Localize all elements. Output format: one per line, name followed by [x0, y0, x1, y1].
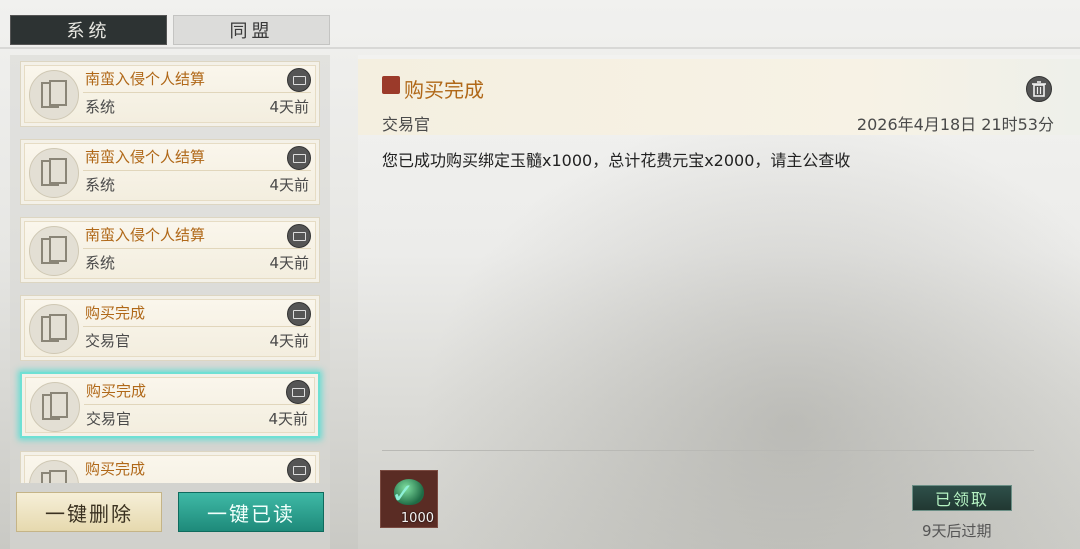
attachment-box-icon [287, 224, 311, 248]
mail-sender: 系统 [85, 176, 116, 194]
mail-detail-sender: 交易官 [382, 115, 431, 134]
mail-item[interactable]: 南蛮入侵个人结算 系统 4天前 [20, 139, 320, 205]
mail-title: 购买完成 [85, 460, 146, 478]
tab-system[interactable]: 系统 [10, 15, 167, 45]
attachment-box-icon [287, 302, 311, 326]
tab-divider [0, 47, 1080, 49]
mail-icon [29, 304, 79, 354]
attachment-box-icon [287, 68, 311, 92]
mail-item[interactable]: 南蛮入侵个人结算 系统 4天前 [20, 217, 320, 283]
mail-list[interactable]: 南蛮入侵个人结算 系统 4天前 南蛮入侵个人结算 系统 4天前 南蛮入侵个人结算… [10, 55, 330, 483]
attachment-quantity: 1000 [400, 511, 434, 526]
mail-detail-date: 2026年4月18日 21时53分 [856, 115, 1054, 134]
delete-all-button[interactable]: 一键删除 [16, 492, 162, 532]
mail-detail-title: 购买完成 [404, 78, 484, 102]
mail-sender: 交易官 [85, 332, 131, 350]
expire-text: 9天后过期 [922, 522, 992, 540]
mail-icon [29, 148, 79, 198]
mail-header: 购买完成 交易官 2026年4月18日 21时53分 [358, 59, 1080, 135]
mail-body-text: 您已成功购买绑定玉髓x1000，总计花费元宝x2000，请主公查收 [382, 151, 851, 170]
mail-list-panel: 南蛮入侵个人结算 系统 4天前 南蛮入侵个人结算 系统 4天前 南蛮入侵个人结算… [10, 55, 330, 549]
mail-title: 购买完成 [86, 382, 147, 400]
check-icon: ✓ [391, 477, 415, 510]
mail-sender: 系统 [85, 254, 116, 272]
mail-title: 南蛮入侵个人结算 [85, 70, 206, 88]
mail-time: 4天前 [269, 98, 309, 116]
mail-sender: 系统 [85, 98, 116, 116]
seal-icon [382, 76, 400, 94]
mail-item[interactable]: 购买完成 交易官 4天前 [20, 295, 320, 361]
mail-sender: 交易官 [86, 410, 132, 428]
mail-item-selected[interactable]: 购买完成 交易官 4天前 [20, 372, 320, 438]
mail-time: 4天前 [269, 332, 309, 350]
mail-time: 4天前 [269, 176, 309, 194]
tab-alliance[interactable]: 同盟 [173, 15, 330, 45]
trash-icon[interactable] [1026, 76, 1052, 102]
attachment-box-icon [286, 380, 310, 404]
attachment-box-icon [287, 458, 311, 482]
mail-title: 南蛮入侵个人结算 [85, 226, 206, 244]
mail-icon [30, 382, 80, 432]
mail-title: 购买完成 [85, 304, 146, 322]
mail-detail-panel: 购买完成 交易官 2026年4月18日 21时53分 您已成功购买绑定玉髓x10… [358, 55, 1080, 549]
attachment-box-icon [287, 146, 311, 170]
claimed-button[interactable]: 已领取 [912, 485, 1012, 511]
mail-item[interactable]: 南蛮入侵个人结算 系统 4天前 [20, 61, 320, 127]
mail-icon [29, 226, 79, 276]
mail-time: 4天前 [269, 254, 309, 272]
attachment-item-slot[interactable]: ✓ 1000 [380, 470, 438, 528]
attachment-divider [382, 450, 1034, 451]
mail-time: 4天前 [268, 410, 308, 428]
mail-icon [29, 70, 79, 120]
mail-item[interactable]: 购买完成 [20, 451, 320, 483]
read-all-button[interactable]: 一键已读 [178, 492, 324, 532]
mail-title: 南蛮入侵个人结算 [85, 148, 206, 166]
